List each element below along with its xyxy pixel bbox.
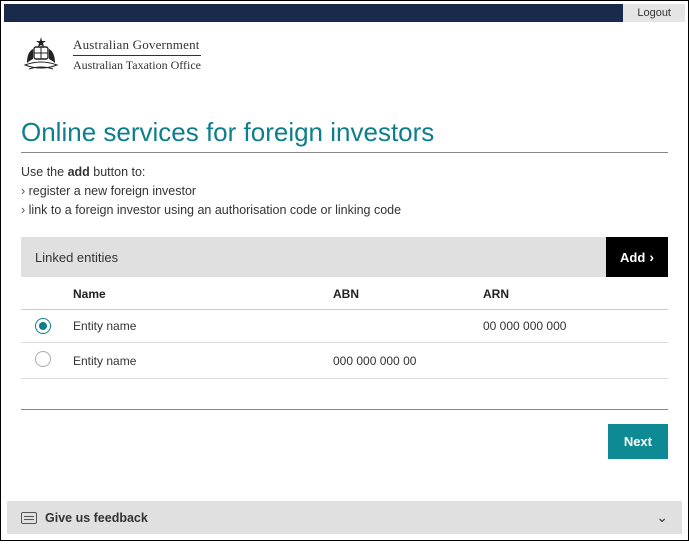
instruction-item: link to a foreign investor using an auth…: [21, 201, 668, 220]
lead-post: button to:: [90, 165, 146, 179]
main-content: Online services for foreign investors Us…: [1, 83, 688, 501]
comment-icon: [21, 512, 37, 524]
crest-icon: [19, 35, 63, 75]
feedback-bar[interactable]: Give us feedback ⌄: [7, 501, 682, 534]
col-name-header: Name: [65, 277, 325, 310]
logout-button[interactable]: Logout: [623, 4, 685, 22]
gov-header: Australian Government Australian Taxatio…: [1, 25, 688, 83]
cell-abn: [325, 310, 475, 343]
feedback-label: Give us feedback: [45, 511, 656, 525]
add-button-label: Add: [620, 250, 645, 265]
table-row[interactable]: Entity name 000 000 000 00: [21, 343, 668, 379]
cell-arn: [475, 343, 668, 379]
col-abn-header: ABN: [325, 277, 475, 310]
chevron-down-icon: ⌄: [656, 509, 668, 526]
cell-name: Entity name: [65, 310, 325, 343]
instructions-lead: Use the add button to:: [21, 163, 668, 182]
cell-arn: 00 000 000 000: [475, 310, 668, 343]
topbar-navy-strip: [4, 4, 623, 22]
cell-name: Entity name: [65, 343, 325, 379]
cell-abn: 000 000 000 00: [325, 343, 475, 379]
topbar: Logout: [1, 1, 688, 25]
app-frame: Logout Australian Government Australian …: [0, 0, 689, 541]
chevron-right-icon: ›: [649, 249, 654, 265]
instruction-item: register a new foreign investor: [21, 182, 668, 201]
instructions: Use the add button to: register a new fo…: [21, 163, 668, 219]
next-button[interactable]: Next: [608, 424, 668, 459]
entity-radio[interactable]: [35, 351, 51, 367]
linked-entities-table: Name ABN ARN Entity name 00 000 000 000: [21, 277, 668, 379]
gov-line2: Australian Taxation Office: [73, 58, 201, 73]
table-row[interactable]: Entity name 00 000 000 000: [21, 310, 668, 343]
col-select: [21, 277, 65, 310]
actions-bar: Next: [21, 410, 668, 481]
linked-entities-header: Linked entities Add ›: [21, 237, 668, 277]
col-arn-header: ARN: [475, 277, 668, 310]
panel-title: Linked entities: [21, 237, 606, 277]
page-title: Online services for foreign investors: [21, 93, 668, 153]
gov-text: Australian Government Australian Taxatio…: [73, 37, 201, 73]
radio-dot: [39, 322, 47, 330]
entity-radio[interactable]: [35, 318, 51, 334]
add-button[interactable]: Add ›: [606, 237, 668, 277]
lead-bold: add: [68, 165, 90, 179]
gov-line1: Australian Government: [73, 37, 201, 56]
lead-pre: Use the: [21, 165, 68, 179]
